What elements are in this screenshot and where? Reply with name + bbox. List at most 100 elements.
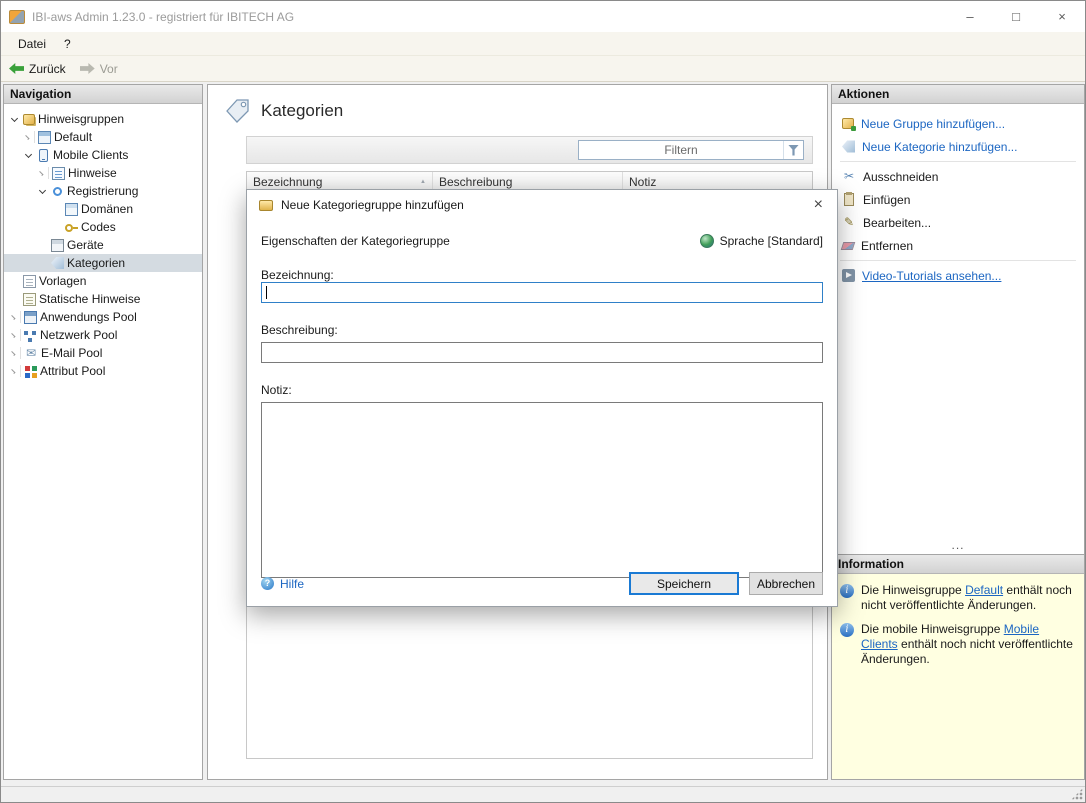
chevron-collapsed-icon[interactable] bbox=[8, 365, 21, 377]
tree-item-kategorien[interactable]: Kategorien bbox=[4, 254, 202, 272]
tree-item-domaenen[interactable]: Domänen bbox=[4, 200, 202, 218]
chevron-collapsed-icon[interactable] bbox=[36, 167, 49, 179]
tree-item-label: Vorlagen bbox=[39, 274, 86, 288]
tree-item-geraete[interactable]: Geräte bbox=[4, 236, 202, 254]
video-icon bbox=[842, 269, 855, 282]
filter-funnel-button[interactable] bbox=[783, 141, 803, 159]
action-video-tutorials[interactable]: Video-Tutorials ansehen... bbox=[832, 264, 1084, 287]
tree-item-vorlagen[interactable]: Vorlagen bbox=[4, 272, 202, 290]
actions-list: Neue Gruppe hinzufügen... Neue Kategorie… bbox=[832, 104, 1084, 287]
chevron-expanded-icon[interactable] bbox=[22, 149, 34, 161]
add-category-icon bbox=[842, 140, 855, 153]
action-ausschneiden[interactable]: ✂ Ausschneiden bbox=[832, 165, 1084, 188]
attribute-icon bbox=[24, 365, 37, 378]
window-controls: – □ × bbox=[947, 1, 1085, 32]
navigation-header: Navigation bbox=[4, 85, 202, 104]
column-label: Beschreibung bbox=[439, 175, 512, 189]
tree-item-mobile-clients[interactable]: Mobile Clients bbox=[4, 146, 202, 164]
dialog-header-row: Eigenschaften der Kategoriegruppe Sprach… bbox=[261, 234, 823, 248]
abbrechen-button[interactable]: Abbrechen bbox=[749, 572, 823, 595]
forward-button[interactable]: Vor bbox=[80, 62, 118, 76]
notiz-label: Notiz: bbox=[261, 383, 823, 397]
dialog-neue-kategoriegruppe: Neue Kategoriegruppe hinzufügen × Eigens… bbox=[246, 189, 838, 607]
column-label: Notiz bbox=[629, 175, 656, 189]
bezeichnung-input[interactable] bbox=[261, 282, 823, 303]
kategorien-page-icon bbox=[224, 97, 251, 124]
window-title: IBI-aws Admin 1.23.0 - registriert für I… bbox=[32, 10, 947, 24]
actions-overflow-indicator[interactable]: ... bbox=[832, 537, 1084, 554]
tree-item-hinweise[interactable]: Hinweise bbox=[4, 164, 202, 182]
tree-item-label: Anwendungs Pool bbox=[40, 310, 137, 324]
domain-icon bbox=[65, 203, 78, 216]
forward-arrow-icon bbox=[80, 63, 95, 74]
action-neue-kategorie[interactable]: Neue Kategorie hinzufügen... bbox=[832, 135, 1084, 158]
notiz-textarea[interactable] bbox=[261, 402, 823, 578]
key-icon bbox=[65, 221, 78, 234]
title-bar: IBI-aws Admin 1.23.0 - registriert für I… bbox=[1, 1, 1085, 32]
actions-separator bbox=[840, 260, 1076, 261]
app-root: { "icons": { "minimize": "–", "maximize"… bbox=[0, 0, 1086, 803]
tree-item-statische-hinweise[interactable]: Statische Hinweise bbox=[4, 290, 202, 308]
filter-funnel-icon bbox=[788, 145, 799, 156]
back-button[interactable]: Zurück bbox=[9, 62, 66, 76]
menu-help[interactable]: ? bbox=[55, 34, 80, 54]
chevron-collapsed-icon[interactable] bbox=[22, 131, 35, 143]
maximize-button[interactable]: □ bbox=[993, 1, 1039, 32]
action-label: Neue Gruppe hinzufügen... bbox=[861, 117, 1005, 131]
chevron-collapsed-icon[interactable] bbox=[8, 347, 21, 359]
chevron-collapsed-icon[interactable] bbox=[8, 329, 21, 341]
kategoriegruppe-icon bbox=[259, 200, 273, 211]
navigation-tree: Hinweisgruppen Default Mobile Clients Hi… bbox=[4, 104, 202, 380]
chevron-placeholder bbox=[8, 275, 20, 287]
tree-item-email-pool[interactable]: ✉ E-Mail Pool bbox=[4, 344, 202, 362]
language-label: Sprache [Standard] bbox=[720, 234, 823, 248]
tree-item-hinweisgruppen[interactable]: Hinweisgruppen bbox=[4, 110, 202, 128]
action-label: Neue Kategorie hinzufügen... bbox=[862, 140, 1017, 154]
close-button[interactable]: × bbox=[1039, 1, 1085, 32]
filter-input[interactable] bbox=[579, 142, 783, 158]
menu-datei[interactable]: Datei bbox=[9, 34, 55, 54]
right-column: Aktionen Neue Gruppe hinzufügen... Neue … bbox=[831, 84, 1085, 780]
info-link-default[interactable]: Default bbox=[965, 583, 1003, 597]
hint-groups-icon bbox=[23, 114, 35, 125]
action-neue-gruppe[interactable]: Neue Gruppe hinzufügen... bbox=[832, 112, 1084, 135]
tree-item-registrierung[interactable]: Registrierung bbox=[4, 182, 202, 200]
tree-item-attribut-pool[interactable]: Attribut Pool bbox=[4, 362, 202, 380]
minimize-button[interactable]: – bbox=[947, 1, 993, 32]
paste-icon bbox=[844, 193, 854, 206]
text-caret bbox=[266, 286, 267, 299]
action-bearbeiten[interactable]: ✎ Bearbeiten... bbox=[832, 211, 1084, 234]
back-label: Zurück bbox=[29, 62, 66, 76]
tree-item-label: Mobile Clients bbox=[53, 148, 128, 162]
language-globe-icon bbox=[700, 234, 714, 248]
sort-ascending-icon: ▲ bbox=[420, 179, 426, 185]
dialog-section-label: Eigenschaften der Kategoriegruppe bbox=[261, 234, 450, 248]
actions-separator bbox=[840, 161, 1076, 162]
chevron-placeholder bbox=[36, 239, 48, 251]
notes-icon bbox=[52, 167, 65, 180]
filter-box[interactable] bbox=[578, 140, 804, 160]
dialog-title-bar: Neue Kategoriegruppe hinzufügen × bbox=[247, 190, 837, 220]
tree-item-label: Geräte bbox=[67, 238, 104, 252]
tree-item-anwendungs-pool[interactable]: Anwendungs Pool bbox=[4, 308, 202, 326]
client-icon bbox=[38, 131, 51, 144]
eraser-icon bbox=[841, 242, 856, 250]
chevron-expanded-icon[interactable] bbox=[36, 185, 48, 197]
info-text-prefix: Die Hinweisgruppe bbox=[861, 583, 965, 597]
tree-item-codes[interactable]: Codes bbox=[4, 218, 202, 236]
speichern-button[interactable]: Speichern bbox=[629, 572, 739, 595]
beschreibung-input[interactable] bbox=[261, 342, 823, 363]
dialog-close-button[interactable]: × bbox=[812, 196, 825, 214]
registration-icon bbox=[53, 187, 62, 196]
chevron-collapsed-icon[interactable] bbox=[8, 311, 21, 323]
chevron-expanded-icon[interactable] bbox=[8, 113, 20, 125]
action-entfernen[interactable]: Entfernen bbox=[832, 234, 1084, 257]
hilfe-link[interactable]: ? Hilfe bbox=[261, 577, 304, 591]
info-icon: i bbox=[840, 623, 854, 637]
action-einfuegen[interactable]: Einfügen bbox=[832, 188, 1084, 211]
tree-item-default[interactable]: Default bbox=[4, 128, 202, 146]
language-selector[interactable]: Sprache [Standard] bbox=[700, 234, 823, 248]
resize-grip[interactable] bbox=[1071, 788, 1083, 800]
action-label: Einfügen bbox=[863, 193, 910, 207]
tree-item-netzwerk-pool[interactable]: Netzwerk Pool bbox=[4, 326, 202, 344]
